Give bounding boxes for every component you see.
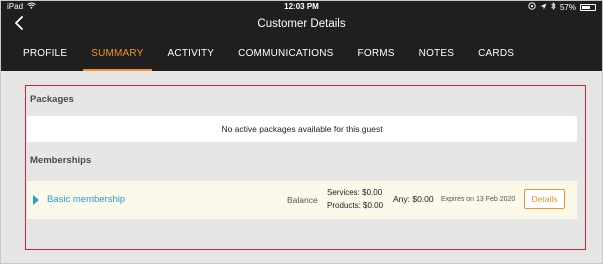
highlight-box: Packages No active packages available fo… (25, 85, 586, 250)
any-balance: Any: $0.00 (393, 194, 434, 204)
tab-cards[interactable]: CARDS (466, 46, 526, 71)
memberships-heading: Memberships (30, 155, 92, 166)
battery-level (582, 5, 590, 9)
packages-heading: Packages (30, 94, 74, 105)
packages-empty-message: No active packages available for this gu… (27, 116, 577, 142)
tab-notes[interactable]: NOTES (407, 46, 466, 71)
location-icon (540, 3, 547, 12)
bluetooth-icon (551, 2, 556, 12)
status-bar: iPad 12:03 PM 57% (1, 1, 602, 13)
membership-row: Basic membership Balance Services: $0.00… (27, 181, 577, 219)
tab-profile[interactable]: PROFILE (11, 46, 79, 71)
page-title: Customer Details (257, 18, 346, 30)
tab-bar: PROFILE SUMMARY ACTIVITY COMMUNICATIONS … (11, 46, 526, 71)
tab-summary[interactable]: SUMMARY (79, 46, 155, 71)
tab-communications[interactable]: COMMUNICATIONS (226, 46, 345, 71)
status-time: 12:03 PM (284, 2, 319, 11)
status-right: 57% (528, 2, 596, 12)
expand-arrow-icon[interactable] (33, 195, 39, 205)
tab-activity[interactable]: ACTIVITY (156, 46, 227, 71)
battery-percent: 57% (559, 2, 576, 12)
top-bar: iPad 12:03 PM 57% Customer Details PROFI… (1, 1, 602, 71)
lock-rotation-icon (528, 2, 536, 12)
expiry-date: Expires on 13 Feb 2020 (441, 196, 516, 203)
balance-label: Balance (287, 195, 318, 205)
membership-name[interactable]: Basic membership (47, 194, 125, 205)
summary-content: Packages No active packages available fo… (1, 71, 602, 263)
battery-icon (580, 3, 596, 11)
details-button[interactable]: Details (524, 189, 565, 209)
app-window: iPad 12:03 PM 57% Customer Details PROFI… (0, 0, 603, 264)
products-balance: Products: $0.00 (327, 201, 384, 210)
tab-forms[interactable]: FORMS (346, 46, 407, 71)
services-balance: Services: $0.00 (327, 188, 383, 197)
